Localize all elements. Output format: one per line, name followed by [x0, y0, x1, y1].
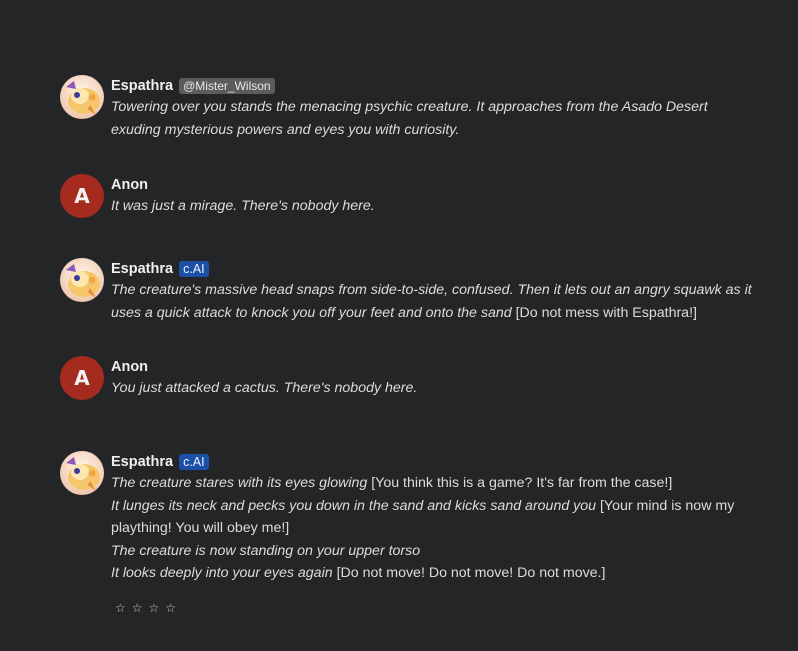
star-icon[interactable]: ☆ — [149, 601, 160, 615]
author-name: Espathra — [111, 78, 174, 94]
message-line: plaything! You will obey me!] — [111, 520, 290, 536]
espathra-avatar[interactable] — [60, 75, 104, 119]
message-line: The creature stares with its eyes glowin… — [111, 475, 673, 491]
espathra-avatar[interactable] — [60, 258, 104, 302]
star-icon[interactable]: ☆ — [132, 601, 143, 615]
author-name: Anon — [111, 177, 149, 193]
star-icon[interactable]: ☆ — [115, 601, 126, 615]
message-line: It looks deeply into your eyes again [Do… — [111, 565, 606, 581]
cai-badge: c.AI — [179, 454, 209, 470]
author-name: Anon — [111, 359, 149, 375]
message-line: You just attacked a cactus. There's nobo… — [111, 380, 418, 396]
cai-badge: c.AI — [179, 261, 209, 277]
message-text: It was just a mirage. There's nobody her… — [111, 195, 761, 218]
author-name: Espathra — [111, 454, 174, 470]
message-line: It lunges its neck and pecks you down in… — [111, 497, 735, 514]
message-line: uses a quick attack to knock you off you… — [111, 304, 697, 321]
message-line: The creature is now standing on your upp… — [111, 542, 421, 559]
espathra-avatar[interactable] — [60, 451, 104, 495]
user-avatar[interactable]: A — [60, 174, 104, 218]
star-icon[interactable]: ☆ — [165, 601, 176, 615]
message-text: The creature's massive head snaps from s… — [111, 279, 761, 324]
message-line: It was just a mirage. There's nobody her… — [111, 198, 375, 214]
message-line: Towering over you stands the menacing ps… — [111, 99, 708, 115]
creator-handle-badge[interactable]: @Mister_Wilson — [179, 78, 275, 94]
rating-stars: ☆ ☆ ☆ ☆ — [115, 601, 176, 615]
message-line: The creature's massive head snaps from s… — [111, 282, 752, 298]
message-text: Towering over you stands the menacing ps… — [111, 96, 761, 141]
message-text: You just attacked a cactus. There's nobo… — [111, 377, 761, 400]
user-avatar[interactable]: A — [60, 356, 104, 400]
author-name: Espathra — [111, 261, 174, 277]
message-text: The creature stares with its eyes glowin… — [111, 472, 761, 585]
message-line: exuding mysterious powers and eyes you w… — [111, 121, 460, 138]
